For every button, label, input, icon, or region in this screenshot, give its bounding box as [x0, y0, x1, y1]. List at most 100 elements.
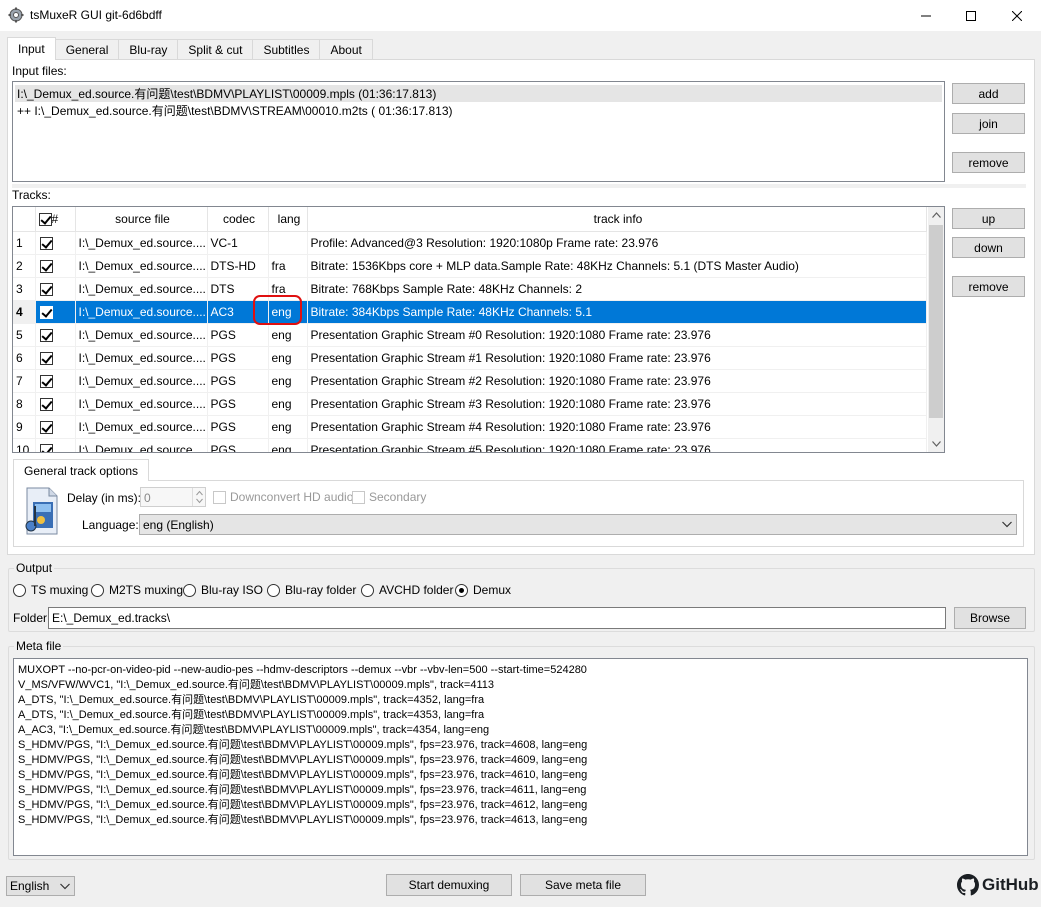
- input-files-list[interactable]: I:\_Demux_ed.source.有问题\test\BDMV\PLAYLI…: [12, 81, 945, 182]
- language-select[interactable]: eng (English): [139, 514, 1017, 535]
- minimize-button[interactable]: [903, 0, 949, 31]
- remove-track-button[interactable]: remove: [952, 276, 1025, 297]
- ui-language-select[interactable]: English: [6, 876, 75, 896]
- output-folder-input[interactable]: E:\_Demux_ed.tracks\: [48, 607, 946, 629]
- tab-subtitles[interactable]: Subtitles: [252, 39, 321, 60]
- chevron-down-icon: [1002, 521, 1012, 528]
- scroll-up-arrow-icon[interactable]: [928, 207, 944, 223]
- select-all-checkbox[interactable]: [38, 212, 52, 226]
- track-enabled[interactable]: [35, 438, 76, 452]
- splitter[interactable]: [12, 184, 1026, 188]
- track-enabled[interactable]: [35, 231, 76, 255]
- radio-demux[interactable]: Demux: [455, 582, 511, 598]
- track-enabled-checkbox[interactable]: [39, 374, 53, 388]
- input-file-item[interactable]: ++ I:\_Demux_ed.source.有问题\test\BDMV\STR…: [17, 103, 453, 119]
- start-demuxing-button[interactable]: Start demuxing: [386, 874, 512, 896]
- move-down-button[interactable]: down: [952, 237, 1025, 258]
- radio-bluray-folder-indicator[interactable]: [267, 583, 280, 597]
- remove-file-button[interactable]: remove: [952, 152, 1025, 173]
- tab-general[interactable]: General: [54, 39, 120, 60]
- close-button[interactable]: [994, 0, 1040, 31]
- track-source-file: I:\_Demux_ed.source....: [75, 369, 208, 393]
- radio-ts-muxing[interactable]: TS muxing: [13, 582, 88, 598]
- secondary-option[interactable]: Secondary: [352, 490, 426, 504]
- track-row[interactable]: 1 I:\_Demux_ed.source.... VC-1 Profile: Adv…: [13, 231, 927, 255]
- meta-line: A_AC3, "I:\_Demux_ed.source.有问题\test\BDM…: [18, 724, 490, 736]
- track-enabled-checkbox[interactable]: [39, 282, 53, 296]
- track-enabled-checkbox[interactable]: [39, 328, 53, 342]
- track-enabled[interactable]: [35, 254, 76, 278]
- tab-general-track-options[interactable]: General track options: [13, 459, 150, 481]
- lang-highlight-annotation: [253, 295, 302, 325]
- github-link[interactable]: GitHub: [957, 874, 1039, 896]
- radio-bluray-folder[interactable]: Blu-ray folder: [267, 582, 356, 598]
- track-row[interactable]: 5 I:\_Demux_ed.source.... PGS eng Presentati…: [13, 323, 927, 347]
- header-codec[interactable]: codec: [207, 207, 269, 232]
- radio-bluray-iso[interactable]: Blu-ray ISO: [183, 582, 263, 598]
- radio-ts-muxing-indicator[interactable]: [13, 583, 26, 597]
- maximize-button[interactable]: [948, 0, 994, 31]
- spin-arrows-icon[interactable]: [193, 488, 206, 506]
- track-enabled[interactable]: [35, 415, 76, 439]
- track-row[interactable]: 6 I:\_Demux_ed.source.... PGS eng Presentati…: [13, 346, 927, 370]
- track-enabled[interactable]: [35, 369, 76, 393]
- radio-bluray-iso-indicator[interactable]: [183, 583, 196, 597]
- header-source-file[interactable]: source file: [75, 207, 208, 232]
- meta-text-area[interactable]: MUXOPT --no-pcr-on-video-pid --new-audio…: [13, 658, 1028, 856]
- downconvert-option[interactable]: Downconvert HD audio: [213, 490, 353, 504]
- tracks-label: Tracks:: [12, 188, 51, 202]
- move-up-button[interactable]: up: [952, 208, 1025, 229]
- tracks-scrollbar[interactable]: [928, 207, 944, 452]
- track-row[interactable]: 4 I:\_Demux_ed.source.... AC3 eng Bitrate: 3…: [13, 300, 927, 324]
- tab-about[interactable]: About: [319, 39, 373, 60]
- input-files-label: Input files:: [12, 64, 67, 78]
- join-file-button[interactable]: join: [952, 113, 1025, 134]
- browse-button[interactable]: Browse: [954, 607, 1026, 629]
- track-enabled-checkbox[interactable]: [39, 420, 53, 434]
- track-row[interactable]: 3 I:\_Demux_ed.source.... DTS fra Bitrate: 7…: [13, 277, 927, 301]
- tracks-table[interactable]: # source file codec lang track info 1 I:\…: [12, 206, 945, 453]
- radio-demux-indicator[interactable]: [455, 583, 468, 597]
- track-row[interactable]: 9 I:\_Demux_ed.source.... PGS eng Presentati…: [13, 415, 927, 439]
- track-enabled-checkbox[interactable]: [39, 305, 53, 319]
- header-lang[interactable]: lang: [268, 207, 308, 232]
- track-codec: DTS-HD: [207, 254, 269, 278]
- tab-bluray[interactable]: Blu-ray: [118, 39, 179, 60]
- delay-spinbox[interactable]: 0: [140, 487, 206, 507]
- radio-m2ts-muxing[interactable]: M2TS muxing: [91, 582, 183, 598]
- radio-demux-label: Demux: [473, 583, 512, 597]
- header-track-info[interactable]: track info: [307, 207, 927, 232]
- track-enabled-checkbox[interactable]: [39, 443, 53, 452]
- input-file-item[interactable]: I:\_Demux_ed.source.有问题\test\BDMV\PLAYLI…: [17, 86, 436, 102]
- add-file-button[interactable]: add: [952, 83, 1025, 104]
- track-enabled-checkbox[interactable]: [39, 259, 53, 273]
- main-tabs: Input General Blu-ray Split & cut Subtit…: [7, 37, 373, 60]
- track-enabled[interactable]: [35, 323, 76, 347]
- tab-split-cut[interactable]: Split & cut: [177, 39, 254, 60]
- track-row[interactable]: 8 I:\_Demux_ed.source.... PGS eng Presentati…: [13, 392, 927, 416]
- track-enabled[interactable]: [35, 346, 76, 370]
- track-enabled[interactable]: [35, 277, 76, 301]
- scroll-thumb[interactable]: [929, 225, 943, 418]
- track-enabled-checkbox[interactable]: [39, 397, 53, 411]
- radio-m2ts-muxing-indicator[interactable]: [91, 583, 104, 597]
- scroll-down-arrow-icon[interactable]: [928, 436, 944, 452]
- track-row[interactable]: 7 I:\_Demux_ed.source.... PGS eng Presentati…: [13, 369, 927, 393]
- secondary-checkbox[interactable]: [352, 490, 365, 504]
- radio-m2ts-muxing-label: M2TS muxing: [109, 583, 184, 597]
- radio-avchd-folder-indicator[interactable]: [361, 583, 374, 597]
- tab-input[interactable]: Input: [7, 37, 56, 60]
- track-enabled-checkbox[interactable]: [39, 351, 53, 365]
- track-enabled[interactable]: [35, 300, 76, 324]
- track-row[interactable]: 2 I:\_Demux_ed.source.... DTS-HD fra Bitrate…: [13, 254, 927, 278]
- radio-avchd-folder[interactable]: AVCHD folder: [361, 582, 453, 598]
- track-enabled[interactable]: [35, 392, 76, 416]
- header-check[interactable]: #: [35, 207, 76, 232]
- meta-line: S_HDMV/PGS, "I:\_Demux_ed.source.有问题\tes…: [18, 769, 588, 781]
- track-number: 5: [13, 323, 36, 347]
- downconvert-checkbox[interactable]: [213, 490, 226, 504]
- output-label: Output: [14, 561, 55, 575]
- track-row[interactable]: 10 I:\_Demux_ed.source.... PGS eng Presentat…: [13, 438, 927, 452]
- save-meta-file-button[interactable]: Save meta file: [520, 874, 646, 896]
- track-enabled-checkbox[interactable]: [39, 236, 53, 250]
